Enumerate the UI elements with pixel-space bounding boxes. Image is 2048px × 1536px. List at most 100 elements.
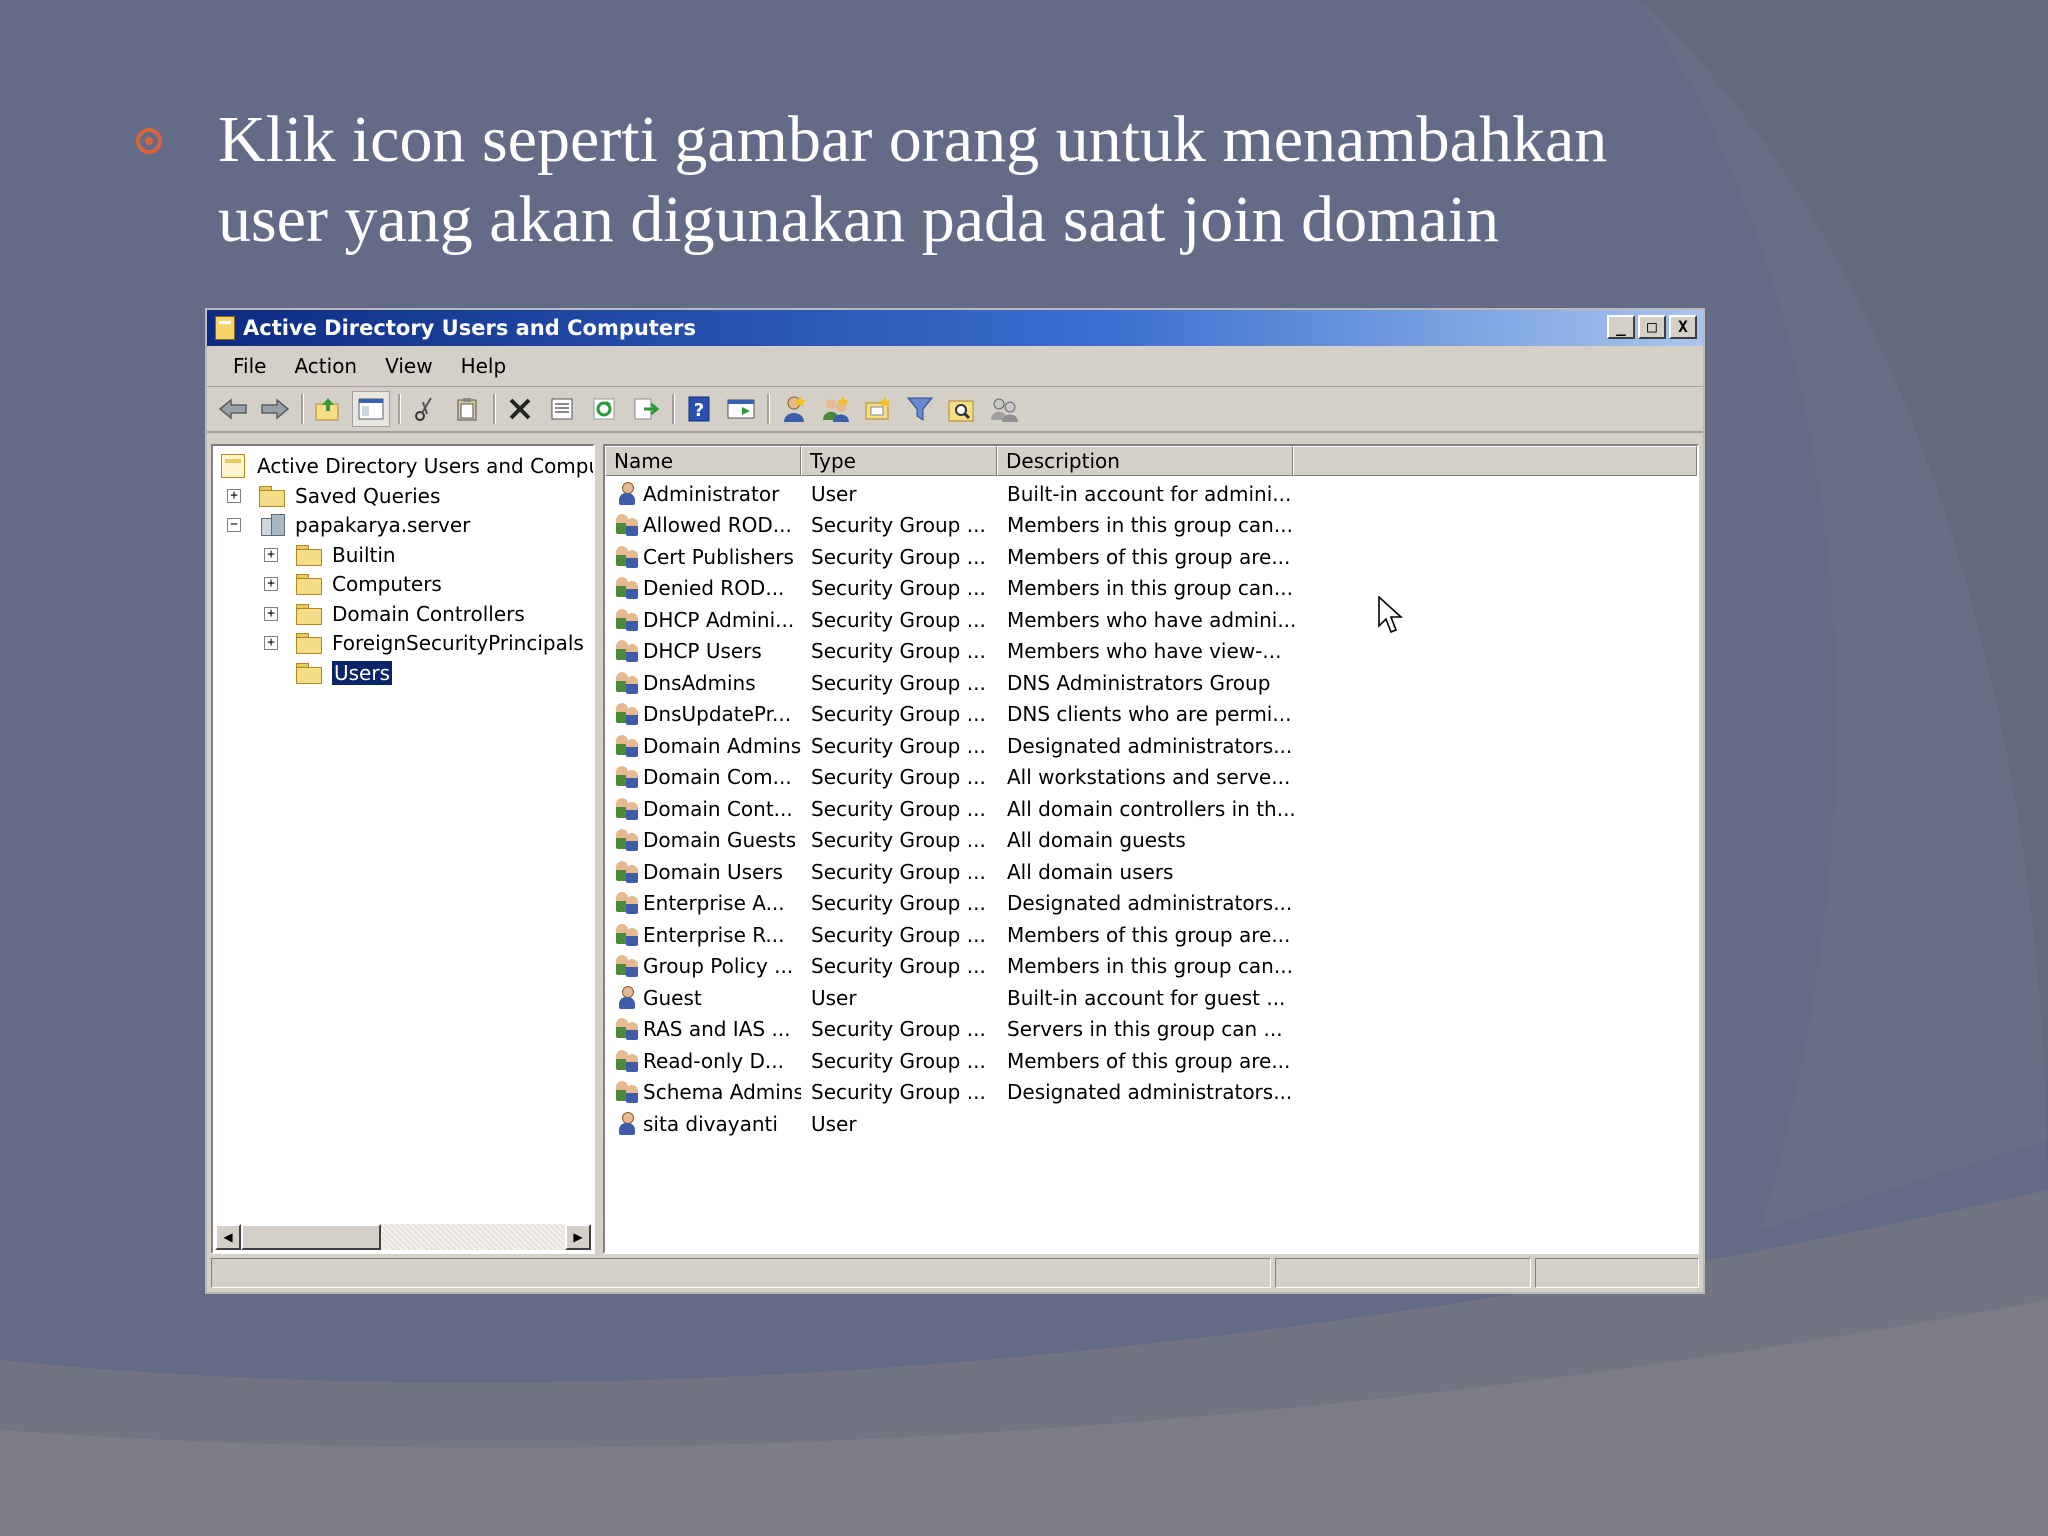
collapse-icon[interactable]: − [227,518,241,532]
table-row[interactable]: Domain Users Security Group ... All domain… [605,856,1697,888]
table-row[interactable]: Guest User Built-in account for guest ... [605,982,1697,1014]
cell-description: Designated administrators... [1007,1080,1293,1105]
forward-icon[interactable] [257,392,293,426]
find-icon[interactable] [944,392,980,426]
table-row[interactable]: sita divayanti User [605,1108,1697,1140]
cell-type: Security Group ... [811,513,986,538]
cell-name: Denied ROD... [605,575,801,601]
domain-icon [259,514,285,536]
tree-node-users[interactable]: Users [296,659,393,687]
tree-horizontal-scrollbar[interactable]: ◀ ▶ [215,1224,591,1250]
table-row[interactable]: DnsUpdatePr... Security Group ... DNS clie… [605,699,1697,731]
cell-type: Security Group ... [811,922,986,947]
toolbar-separator [672,394,675,424]
list-header: Name Type Description [605,446,1697,476]
show-hide-icon[interactable] [723,392,759,426]
table-row[interactable]: RAS and IAS ... Security Group ... Servers… [605,1014,1697,1046]
cell-name: Read-only D... [605,1048,801,1074]
properties-icon[interactable] [544,392,580,426]
scroll-right-button[interactable]: ▶ [565,1224,591,1250]
table-row[interactable]: Cert Publishers Security Group ... Members… [605,541,1697,573]
table-row[interactable]: Domain Admins Security Group ... Designate… [605,730,1697,762]
row-name: Denied ROD... [643,576,785,601]
menu-view[interactable]: View [373,354,444,378]
maximize-button[interactable]: □ [1638,315,1666,339]
tree-node-label: ForeignSecurityPrincipals [332,631,584,655]
cell-description: All workstations and serve... [1007,765,1291,790]
help-icon[interactable]: ? [681,392,717,426]
new-user-icon[interactable] [776,392,812,426]
show-console-tree-icon[interactable] [352,391,390,427]
ou-folder-icon [296,604,322,625]
table-row[interactable]: Administrator User Built-in account for ad… [605,478,1697,510]
cell-type: Security Group ... [811,1048,986,1073]
folder-icon [296,663,322,684]
row-name: Domain Admins [643,733,801,758]
scroll-track[interactable] [381,1224,565,1250]
tree-node-saved-queries[interactable]: + Saved Queries [227,482,440,510]
new-group-icon[interactable] [818,392,854,426]
svg-text:?: ? [694,400,704,421]
paste-icon[interactable] [449,392,485,426]
tree-node-builtin[interactable]: + Builtin [264,541,396,569]
cut-icon[interactable] [407,392,443,426]
cell-name: Group Policy ... [605,953,801,979]
table-row[interactable]: DHCP Admini... Security Group ... Members … [605,604,1697,636]
table-row[interactable]: DHCP Users Security Group ... Members who … [605,636,1697,668]
toolbar: ? [207,387,1703,433]
table-row[interactable]: Denied ROD... Security Group ... Members i… [605,573,1697,605]
tree-node-computers[interactable]: + Computers [264,570,442,598]
column-header-description[interactable]: Description [997,446,1293,476]
table-row[interactable]: Enterprise A... Security Group ... Designa… [605,888,1697,920]
expand-icon[interactable]: + [264,607,278,621]
group-icon [615,1048,639,1074]
row-name: Administrator [643,481,780,506]
tree-node-domain[interactable]: − papakarya.server [227,511,470,539]
menu-action[interactable]: Action [282,354,369,378]
cell-type: User [811,481,857,506]
tree-node-root[interactable]: Active Directory Users and Comput [221,452,593,480]
table-row[interactable]: Allowed ROD... Security Group ... Members … [605,510,1697,542]
cell-description: Members of this group are... [1007,922,1291,947]
up-folder-icon[interactable] [310,392,346,426]
table-row[interactable]: Enterprise R... Security Group ... Members… [605,919,1697,951]
scroll-left-button[interactable]: ◀ [215,1224,241,1250]
cell-name: Domain Cont... [605,796,801,822]
menu-file[interactable]: File [221,354,278,378]
list-body: Administrator User Built-in account for ad… [605,478,1697,1140]
console-tree: Active Directory Users and Comput + Save… [211,444,595,1254]
expand-icon[interactable]: + [264,548,278,562]
minimize-button[interactable]: _ [1607,315,1635,339]
menu-help[interactable]: Help [449,354,519,378]
refresh-icon[interactable] [586,392,622,426]
new-ou-icon[interactable] [860,392,896,426]
table-row[interactable]: Schema Admins Security Group ... Designate… [605,1077,1697,1109]
tree-node-foreign-security-principals[interactable]: + ForeignSecurityPrincipals [264,629,584,657]
delete-icon[interactable] [502,392,538,426]
tree-node-label: Computers [332,572,442,596]
column-header-type[interactable]: Type [801,446,997,476]
toolbar-separator [301,394,304,424]
cell-description: Members of this group are... [1007,544,1291,569]
table-row[interactable]: DnsAdmins Security Group ... DNS Administr… [605,667,1697,699]
expand-icon[interactable]: + [227,489,241,503]
tree-node-domain-controllers[interactable]: + Domain Controllers [264,600,525,628]
scroll-thumb[interactable] [241,1224,381,1250]
column-header-name[interactable]: Name [605,446,801,476]
table-row[interactable]: Domain Com... Security Group ... All works… [605,762,1697,794]
table-row[interactable]: Group Policy ... Security Group ... Member… [605,951,1697,983]
expand-icon[interactable]: + [264,577,278,591]
add-to-group-icon[interactable] [986,392,1022,426]
row-name: Domain Users [643,859,783,884]
filter-icon[interactable] [902,392,938,426]
cell-type: Security Group ... [811,702,986,727]
back-icon[interactable] [215,392,251,426]
table-row[interactable]: Read-only D... Security Group ... Members … [605,1045,1697,1077]
table-row[interactable]: Domain Guests Security Group ... All domai… [605,825,1697,857]
export-list-icon[interactable] [628,392,664,426]
close-button[interactable]: X [1669,315,1697,339]
title-bar[interactable]: Active Directory Users and Computers _ □… [207,310,1703,346]
table-row[interactable]: Domain Cont... Security Group ... All doma… [605,793,1697,825]
folder-icon [259,486,285,507]
expand-icon[interactable]: + [264,636,278,650]
